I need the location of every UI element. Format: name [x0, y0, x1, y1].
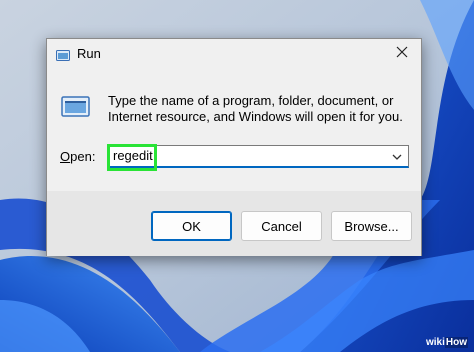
open-label: Open:: [60, 149, 95, 164]
chevron-down-icon[interactable]: [390, 150, 404, 162]
instruction-line-2: Internet resource, and Windows will open…: [108, 109, 403, 124]
open-label-accelerator: O: [60, 149, 71, 164]
run-dialog: Run Type the name of a program, folder, …: [46, 38, 422, 256]
open-label-text: pen:: [70, 149, 96, 164]
open-combobox[interactable]: [108, 145, 409, 168]
run-icon: [56, 48, 70, 66]
browse-button[interactable]: Browse...: [331, 211, 412, 241]
cancel-button[interactable]: Cancel: [241, 211, 322, 241]
title-bar[interactable]: Run: [47, 39, 421, 69]
instruction-line-1: Type the name of a program, folder, docu…: [108, 93, 394, 108]
window-title: Run: [77, 46, 101, 61]
open-input[interactable]: [113, 146, 385, 166]
wikihow-watermark: wikiHow: [426, 337, 469, 348]
close-button[interactable]: [391, 43, 413, 65]
run-program-icon: [61, 95, 91, 124]
ok-button[interactable]: OK: [151, 211, 232, 241]
watermark-how: How: [444, 337, 469, 348]
instruction-text: Type the name of a program, folder, docu…: [108, 93, 408, 125]
close-icon: [396, 45, 408, 63]
watermark-wiki: wiki: [426, 337, 445, 348]
